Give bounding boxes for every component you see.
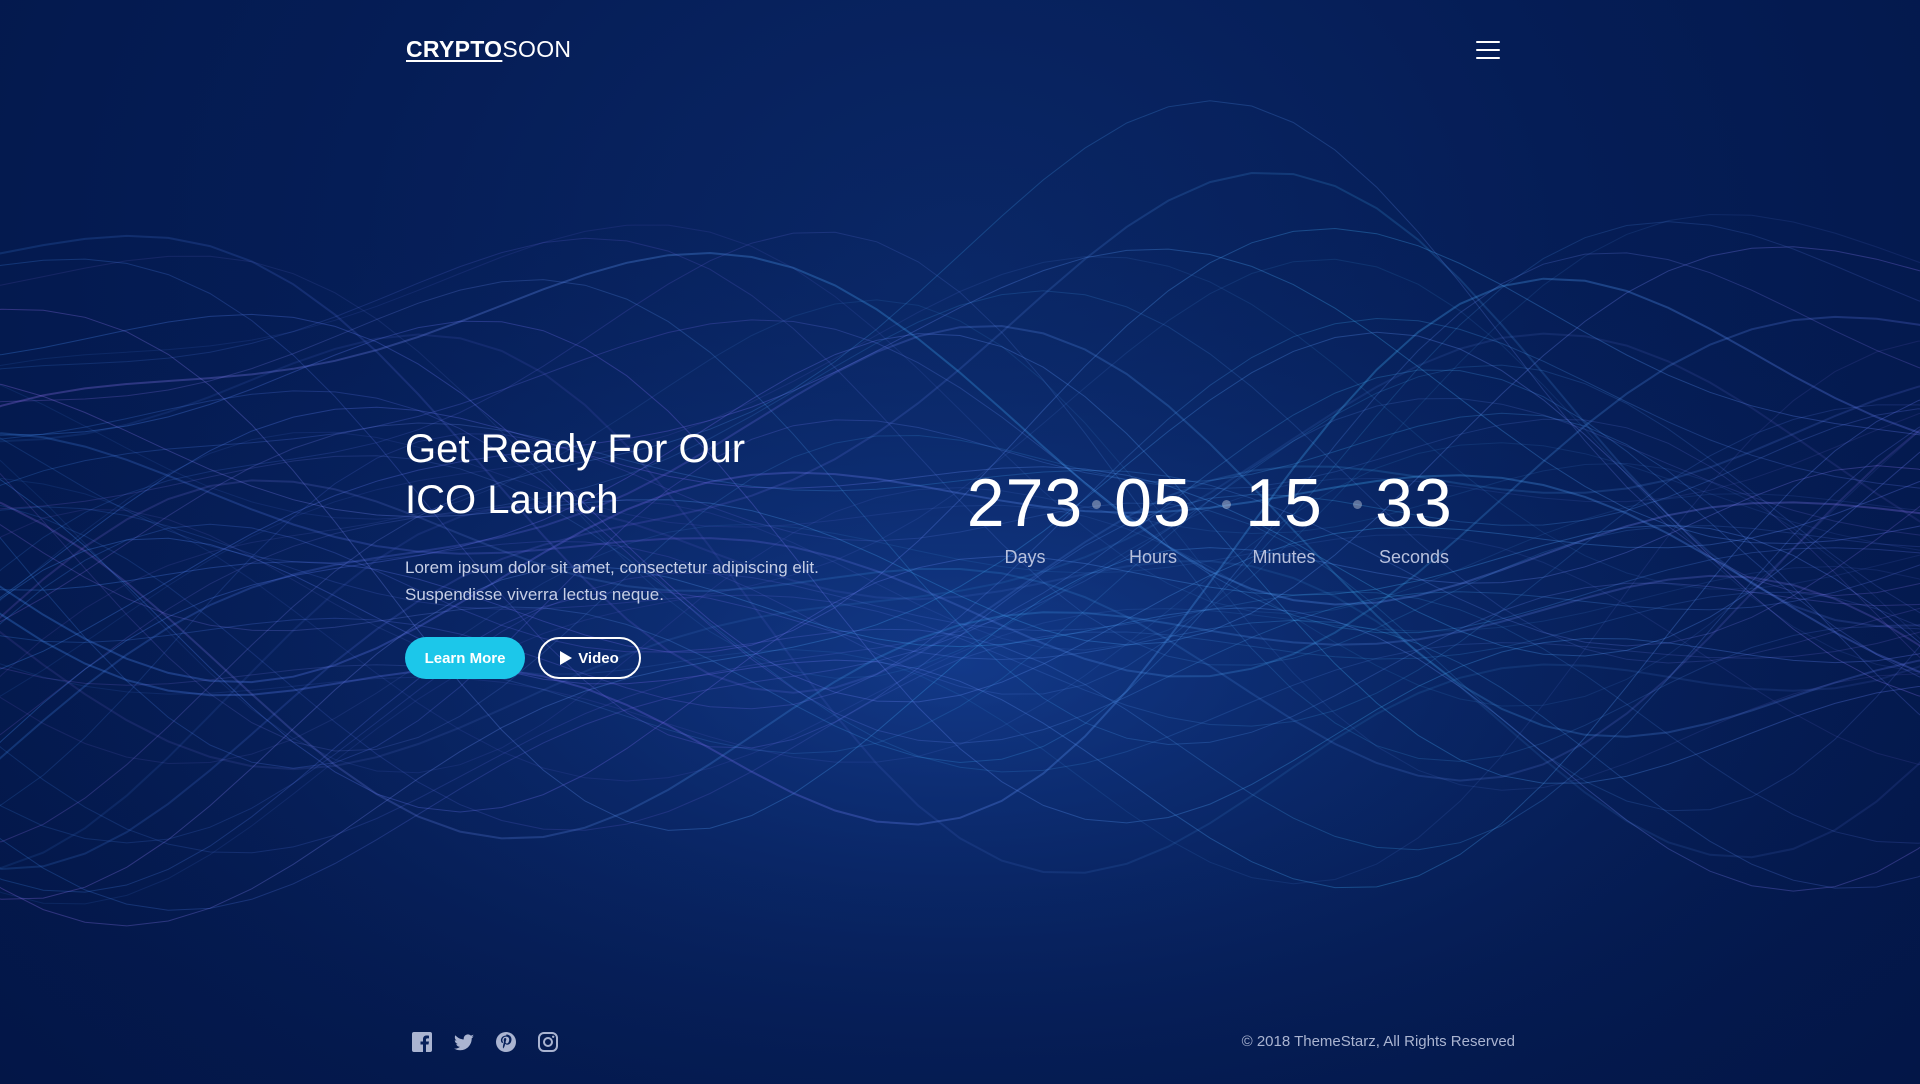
facebook-icon[interactable] [411, 1031, 433, 1053]
wave-line [0, 221, 1920, 695]
hero-title-line2: ICO Launch [405, 478, 619, 522]
play-icon [560, 651, 573, 665]
social-links [411, 1031, 559, 1053]
countdown-separator [1353, 500, 1362, 509]
countdown-timer: 273 Days 05 Hours 15 Minutes 33 Seconds [960, 463, 1460, 583]
wave-line [0, 369, 1920, 911]
site-logo[interactable]: CRYPTOSOON [406, 36, 571, 63]
instagram-icon[interactable] [537, 1031, 559, 1053]
countdown-separator [1222, 500, 1231, 509]
countdown-hours-value: 05 [1114, 465, 1192, 541]
menu-bar [1476, 49, 1500, 51]
countdown-minutes-value: 15 [1245, 465, 1323, 541]
learn-more-label: Learn More [424, 649, 506, 667]
hero-title: Get Ready For Our ICO Launch [405, 424, 885, 526]
hamburger-menu-icon[interactable] [1476, 39, 1500, 61]
hero-section: Get Ready For Our ICO Launch Lorem ipsum… [405, 424, 885, 679]
countdown-separator [1092, 500, 1101, 509]
menu-bar [1476, 57, 1500, 59]
copyright-text: © 2018 ThemeStarz, All Rights Reserved [1241, 1033, 1515, 1050]
twitter-icon[interactable] [453, 1031, 475, 1053]
logo-light-text: SOON [502, 36, 572, 62]
hero-description-line1: Lorem ipsum dolor sit amet, consectetur … [405, 558, 819, 577]
countdown-days-label: Days [1004, 547, 1046, 567]
wave-line [0, 246, 1920, 646]
countdown-minutes-label: Minutes [1252, 547, 1316, 567]
hero-description: Lorem ipsum dolor sit amet, consectetur … [405, 554, 885, 608]
logo-bold-text: CRYPTO [406, 36, 503, 62]
video-label: Video [578, 649, 619, 667]
hero-description-line2: Suspendisse viverra lectus neque. [405, 585, 664, 604]
landing-page: CRYPTOSOON Get Ready For Our ICO Launch … [0, 0, 1920, 1084]
wave-line [0, 213, 1920, 651]
wave-line [0, 237, 1920, 666]
wave-line [0, 572, 1920, 844]
countdown-seconds-label: Seconds [1378, 547, 1450, 567]
countdown-minutes: 15 Minutes [1234, 463, 1334, 569]
wave-line [0, 331, 1920, 927]
video-button[interactable]: Video [538, 637, 641, 679]
wave-line [0, 333, 1920, 874]
countdown-seconds-value: 33 [1375, 465, 1453, 541]
wave-line [0, 227, 1920, 653]
countdown-seconds: 33 Seconds [1364, 463, 1464, 569]
countdown-hours-label: Hours [1128, 547, 1177, 567]
countdown-hours: 05 Hours [1103, 463, 1203, 569]
hero-buttons: Learn More Video [405, 637, 885, 679]
menu-bar [1476, 41, 1500, 43]
hero-title-line1: Get Ready For Our [405, 427, 746, 471]
wave-line [0, 590, 1920, 893]
countdown-days-value: 273 [966, 465, 1084, 541]
countdown-days: 273 Days [960, 463, 1090, 569]
wave-line [0, 364, 1920, 854]
site-footer: © 2018 ThemeStarz, All Rights Reserved [406, 1030, 1515, 1054]
site-header: CRYPTOSOON [406, 34, 1500, 68]
wave-line [0, 340, 1920, 885]
wave-line [0, 428, 1920, 782]
learn-more-button[interactable]: Learn More [405, 637, 525, 679]
pinterest-icon[interactable] [495, 1031, 517, 1053]
wave-line [0, 565, 1920, 900]
